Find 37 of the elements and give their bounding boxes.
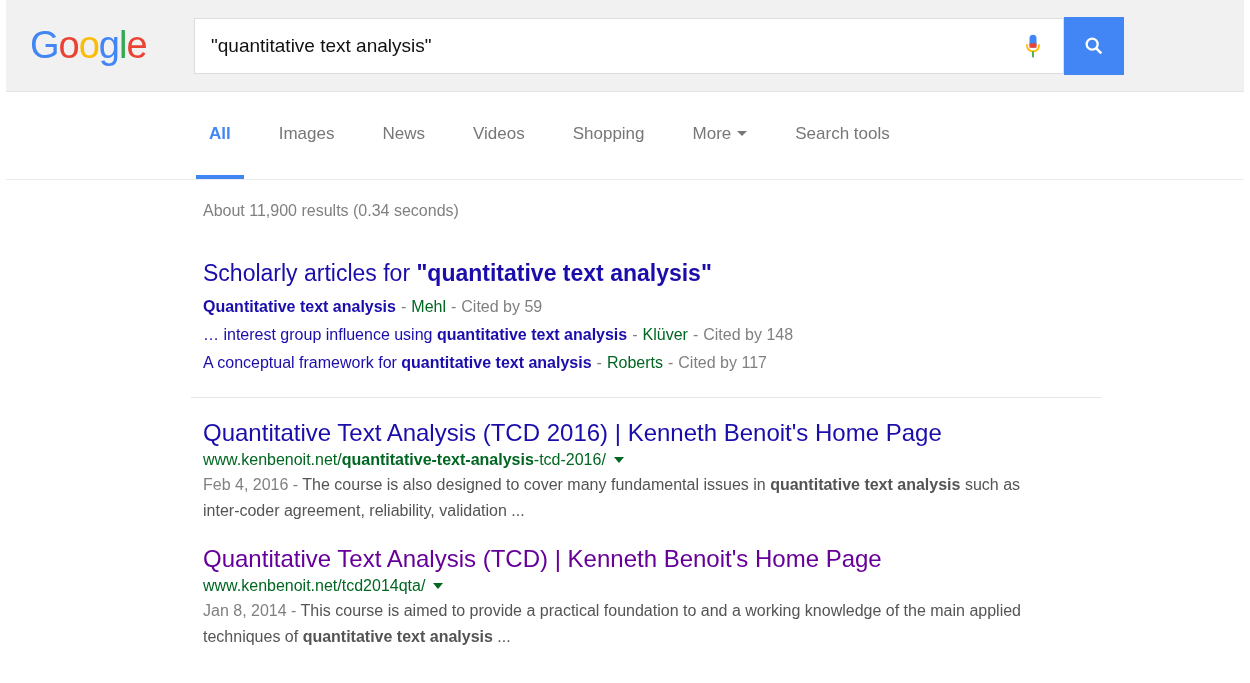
caret-icon — [737, 131, 748, 137]
search-button[interactable] — [1064, 16, 1124, 75]
result-stats: About 11,900 results (0.34 seconds) — [203, 202, 460, 220]
search-field[interactable]: "quantitative text analysis" — [194, 17, 1064, 74]
search-tab[interactable]: More — [679, 92, 761, 179]
search-tab[interactable]: Search tools — [782, 92, 903, 179]
article-link[interactable]: Quantitative text analysis — [203, 298, 396, 315]
result-url: www.kenbenoit.net/quantitative-text-analysis-tcd-2016/ — [203, 450, 606, 470]
author-name: Mehl — [411, 298, 446, 315]
cited-by-link[interactable]: Cited by 117 — [678, 354, 767, 371]
result-title-link[interactable]: Quantitative Text Analysis (TCD 2016) | Kenneth Benoit's Home Page — [203, 418, 1103, 448]
cited-by-link[interactable]: Cited by 148 — [703, 326, 794, 343]
result-snippet: Feb 4, 2016 - The course is also designed to cover many fundamental issues in quantitative text analysis such as inter-coder agreement, reliability, validation ... — [203, 475, 1022, 521]
result-snippet: Jan 8, 2014 - This course is aimed to provide a practical foundation to and a working knowledge of the main applied techniques of quantitative text analysis ... — [203, 601, 1022, 647]
google-logo[interactable]: Google — [30, 24, 194, 67]
microphone-icon[interactable] — [1026, 33, 1040, 58]
caret-icon[interactable] — [433, 583, 444, 589]
result-url: www.kenbenoit.net/tcd2014qta/ — [203, 576, 426, 596]
separator: - — [400, 298, 407, 315]
caret-icon[interactable] — [613, 457, 624, 463]
scholarly-heading-link[interactable]: Scholarly articles for "quantitative text analysis" — [203, 260, 1103, 287]
search-tab[interactable]: Images — [265, 92, 348, 179]
cited-by-link[interactable]: Cited by 59 — [461, 298, 543, 315]
separator: - — [667, 354, 674, 371]
separator: - — [596, 354, 602, 371]
article-link[interactable]: … interest group influence using quantitative text analysis — [203, 326, 628, 343]
search-tab[interactable]: Videos — [460, 92, 538, 179]
search-tab[interactable]: News — [369, 92, 438, 179]
article-link[interactable]: A conceptual framework for quantitative text analysis — [203, 354, 592, 371]
separator: - — [451, 298, 457, 315]
search-tab[interactable]: Shopping — [559, 92, 658, 179]
separator: - — [632, 326, 638, 343]
separator: - — [692, 326, 699, 343]
author-name: Roberts — [606, 354, 663, 371]
author-name: Klüver — [642, 326, 688, 343]
search-tab[interactable]: All — [196, 92, 244, 179]
result-title-link[interactable]: Quantitative Text Analysis (TCD) | Kenneth Benoit's Home Page — [203, 544, 1103, 574]
